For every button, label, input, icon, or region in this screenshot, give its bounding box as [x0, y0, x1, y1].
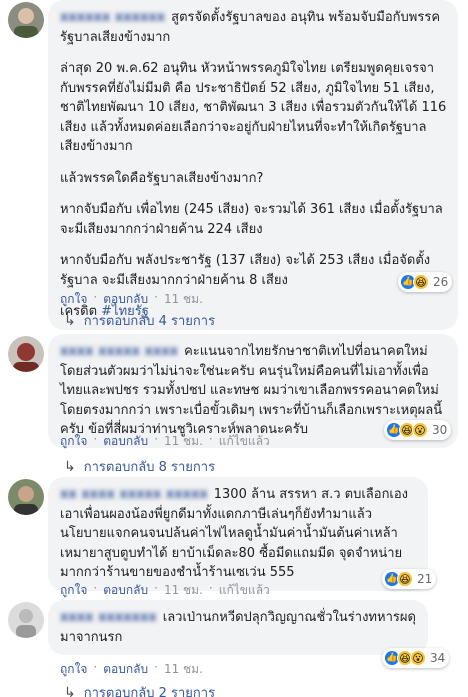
reaction-count: 30	[432, 423, 448, 437]
comment-text: หากจับมือกับ พลังประชารัฐ (137 เสียง) จะ…	[60, 253, 431, 288]
comment-bubble: xxxxxx xxxxxx สูตรจัดตั้งรัฐบาลของ อนุทิน…	[48, 0, 458, 330]
view-replies-link[interactable]: ↳ การตอบกลับ 4 รายการ	[64, 310, 215, 331]
reply-arrow-icon: ↳	[64, 684, 76, 697]
reaction-summary[interactable]: 👍 😆 😮 34	[382, 648, 450, 668]
edited-label[interactable]: แก้ไขแล้ว	[219, 581, 270, 600]
comment-text: หากจับมือกับ เพื่อไทย (245 เสียง) จะรวมไ…	[60, 202, 443, 237]
reaction-count: 21	[417, 572, 433, 586]
view-replies-link[interactable]: ↳ การตอบกลับ 8 รายการ	[64, 456, 215, 477]
view-replies-link[interactable]: ↳ การตอบกลับ 2 รายการ	[64, 682, 215, 697]
reaction-summary[interactable]: 👍 😆 26	[398, 272, 453, 292]
comment-text: แล้วพรรคใดคือรัฐบาลเสียงข้างมาก?	[60, 170, 264, 186]
reply-arrow-icon: ↳	[64, 312, 76, 329]
replies-count-label: การตอบกลับ 4 รายการ	[83, 314, 216, 329]
comment-bubble: xxxx xxxxxxx เลวเป่านกหวีดปลุกวิญญาณชั่วใ…	[48, 600, 428, 655]
comment-author[interactable]: xxxx xxxxxxx	[60, 610, 157, 625]
reaction-summary[interactable]: 👍 😆 😮 30	[384, 420, 452, 440]
avatar[interactable]	[8, 336, 44, 372]
comment-time[interactable]: 11 ชม.	[164, 290, 203, 309]
comment-actions: ถูกใจ · ตอบกลับ · 11 ชม. · แก้ไขแล้ว	[60, 581, 270, 600]
like-link[interactable]: ถูกใจ	[60, 432, 87, 451]
reaction-count: 26	[433, 275, 449, 289]
edited-label[interactable]: แก้ไขแล้ว	[219, 432, 270, 451]
haha-icon: 😆	[413, 274, 429, 290]
reply-arrow-icon: ↳	[64, 458, 76, 475]
wow-icon: 😮	[410, 650, 426, 666]
comment-actions: ถูกใจ · ตอบกลับ · 11 ชม.	[60, 290, 203, 309]
comment-actions: ถูกใจ · ตอบกลับ · 11 ชม.	[60, 660, 203, 679]
comment-author[interactable]: xx xxxx xxxxx xxxxx	[60, 487, 208, 502]
comment-author[interactable]: xxxxxx xxxxxx	[60, 10, 165, 25]
comment-time[interactable]: 11 ชม.	[164, 432, 203, 451]
comment-bubble: xx xxxx xxxxx xxxxx 1300 ล้าน สรรหา ส.ว ต…	[48, 477, 428, 591]
wow-icon: 😮	[412, 422, 428, 438]
avatar[interactable]	[8, 602, 44, 638]
avatar[interactable]	[8, 2, 44, 38]
reply-link[interactable]: ตอบกลับ	[103, 290, 148, 309]
comment-time[interactable]: 11 ชม.	[164, 581, 203, 600]
reply-link[interactable]: ตอบกลับ	[103, 432, 148, 451]
like-link[interactable]: ถูกใจ	[60, 660, 87, 679]
replies-count-label: การตอบกลับ 2 รายการ	[83, 686, 216, 697]
comment-author[interactable]: xxxx xxxxx xxxx	[60, 344, 178, 359]
replies-count-label: การตอบกลับ 8 รายการ	[83, 460, 216, 475]
comment-actions: ถูกใจ · ตอบกลับ · 11 ชม. · แก้ไขแล้ว	[60, 432, 270, 451]
avatar[interactable]	[8, 479, 44, 515]
reaction-count: 34	[430, 651, 446, 665]
haha-icon: 😆	[397, 571, 413, 587]
reply-link[interactable]: ตอบกลับ	[103, 581, 148, 600]
like-link[interactable]: ถูกใจ	[60, 581, 87, 600]
comment-time[interactable]: 11 ชม.	[164, 660, 203, 679]
like-link[interactable]: ถูกใจ	[60, 290, 87, 309]
reaction-summary[interactable]: 👍 😆 21	[382, 569, 437, 589]
comment-text: ล่าสุด 20 พ.ค.62 อนุทิน หัวหน้าพรรคภูมิใ…	[60, 61, 447, 154]
reply-link[interactable]: ตอบกลับ	[103, 660, 148, 679]
